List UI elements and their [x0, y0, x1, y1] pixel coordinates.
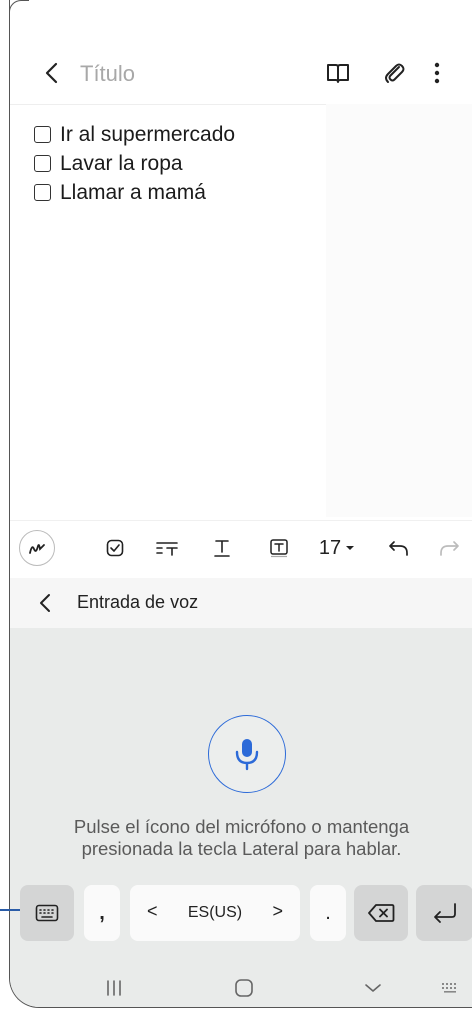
language-label: ES(US) — [187, 904, 243, 921]
book-button[interactable] — [323, 58, 353, 88]
text-box-button[interactable] — [264, 530, 294, 566]
voice-input-bar: Entrada de voz — [10, 578, 472, 628]
checklist-item-label[interactable]: Ir al supermercado — [60, 123, 235, 147]
checkbox-format-button[interactable] — [100, 530, 130, 566]
text-style-button[interactable] — [207, 530, 237, 566]
keyboard-grid-icon — [442, 983, 456, 993]
chevron-left-icon — [45, 62, 58, 84]
undo-button[interactable] — [384, 530, 414, 566]
chevron-down-icon — [365, 984, 381, 992]
recent-apps-icon — [107, 980, 121, 996]
voice-back-button[interactable] — [32, 590, 58, 616]
checkbox-icon — [106, 539, 124, 557]
recent-apps-button[interactable] — [94, 973, 134, 1003]
hide-keyboard-button[interactable] — [353, 973, 393, 1003]
keyboard-icon — [35, 904, 59, 922]
voice-input-title: Entrada de voz — [77, 592, 199, 612]
paragraph-format-icon — [156, 542, 178, 556]
attach-button[interactable] — [379, 58, 409, 88]
checkbox[interactable] — [34, 184, 51, 201]
phone-frame: Título Ir al supermercado Lavar la ropa … — [9, 0, 472, 1008]
checklist-item-label[interactable]: Llamar a mamá — [60, 181, 206, 205]
redo-button[interactable] — [434, 530, 464, 566]
keyboard-options-button[interactable] — [430, 973, 470, 1003]
home-icon — [235, 979, 253, 997]
font-size-dropdown[interactable]: 17 — [314, 530, 360, 566]
microphone-button[interactable] — [208, 715, 286, 793]
title-input[interactable]: Título — [80, 61, 135, 87]
checkbox[interactable] — [34, 155, 51, 172]
home-button[interactable] — [224, 973, 264, 1003]
more-vertical-icon — [434, 62, 440, 84]
undo-icon — [389, 541, 408, 556]
backspace-icon — [368, 904, 395, 922]
note-body[interactable]: Ir al supermercado Lavar la ropa Llamar … — [34, 120, 334, 207]
enter-key[interactable] — [416, 885, 472, 941]
checklist-item-label[interactable]: Lavar la ropa — [60, 152, 183, 176]
book-icon — [327, 64, 349, 83]
format-toolbar: 17 — [10, 520, 472, 574]
back-button[interactable] — [38, 60, 64, 86]
enter-icon — [433, 903, 456, 923]
checklist-item: Lavar la ropa — [34, 149, 334, 178]
redo-icon — [440, 541, 459, 556]
voice-hint-text: Pulse el ícono del micrófono o mantenga … — [73, 816, 410, 859]
language-next-arrow: > — [272, 901, 283, 921]
text-box-icon — [270, 539, 288, 558]
callout-line — [0, 909, 20, 911]
microphone-icon — [235, 739, 259, 771]
checklist-item: Llamar a mamá — [34, 178, 334, 207]
more-options-button[interactable] — [422, 58, 452, 88]
chevron-left-icon — [40, 594, 50, 612]
comma-key[interactable]: , — [84, 885, 120, 941]
checklist-item: Ir al supermercado — [34, 120, 334, 149]
chevron-down-icon — [346, 546, 355, 550]
handwriting-pen-icon — [29, 544, 45, 554]
text-style-icon — [214, 540, 230, 557]
backspace-key[interactable] — [354, 885, 408, 941]
paperclip-icon — [385, 63, 405, 83]
navigation-bar — [10, 967, 472, 1007]
period-key[interactable]: . — [310, 885, 346, 941]
checkbox[interactable] — [34, 126, 51, 143]
language-switch-key[interactable]: < ES(US) > — [130, 885, 300, 941]
side-pane — [326, 104, 472, 517]
font-size-value: 17 — [318, 536, 342, 559]
handwriting-button[interactable] — [18, 530, 56, 566]
note-header: Título — [10, 52, 472, 94]
keyboard-switch-key[interactable] — [20, 885, 74, 941]
voice-input-panel: Pulse el ícono del micrófono o mantenga … — [10, 628, 472, 1007]
language-prev-arrow: < — [147, 901, 158, 921]
paragraph-format-button[interactable] — [150, 530, 184, 566]
